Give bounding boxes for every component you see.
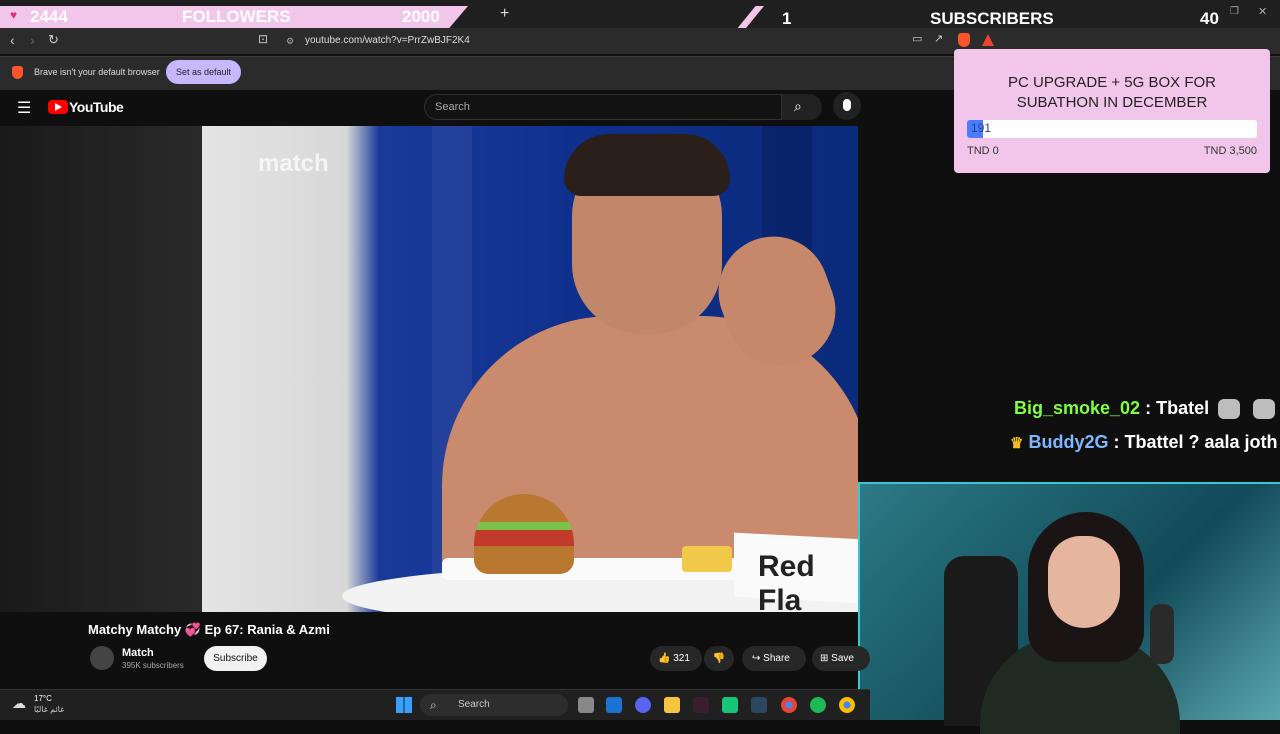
- chat-message: ♛ Buddy2G : Tbattel ? aala joth: [1010, 432, 1278, 453]
- windows-taskbar: ☁ 17°C غائم غالبًا ⌕ Search: [0, 689, 870, 720]
- goal-title-line2: SUBATHON IN DECEMBER: [1016, 94, 1208, 111]
- cast-icon[interactable]: ▭: [912, 32, 922, 45]
- outlook-icon[interactable]: [606, 697, 622, 713]
- steam-icon[interactable]: [751, 697, 767, 713]
- share-page-icon[interactable]: ↗: [934, 32, 943, 45]
- video-watermark: match: [258, 150, 329, 177]
- discord-icon[interactable]: [635, 697, 651, 713]
- obs-icon[interactable]: [693, 697, 709, 713]
- share-label: Share: [763, 653, 790, 664]
- subscribers-label: SUBSCRIBERS: [930, 9, 1054, 28]
- file-explorer-icon[interactable]: [664, 697, 680, 713]
- subscribers-bar-accent: [736, 6, 764, 30]
- forward-icon[interactable]: ›: [30, 32, 35, 48]
- followers-label: FOLLOWERS: [182, 7, 291, 26]
- windows-start-icon[interactable]: [396, 697, 412, 713]
- cat-emote-icon: [1253, 399, 1276, 420]
- channel-subscriber-count: 395K subscribers: [122, 661, 184, 670]
- taskbar-search-icon: ⌕: [430, 698, 437, 712]
- subscribe-button[interactable]: Subscribe: [204, 646, 267, 671]
- channel-name[interactable]: Match: [122, 647, 154, 659]
- brave-rewards-icon[interactable]: [982, 34, 994, 46]
- chat-text: : Tbattel ? aala joth: [1108, 432, 1278, 452]
- site-info-icon[interactable]: ⚙: [286, 30, 294, 52]
- crown-badge-icon: ♛: [1010, 435, 1024, 452]
- thumbs-up-icon: 👍: [658, 653, 671, 664]
- donation-goal-card: PC UPGRADE + 5G BOX FOR SUBATHON IN DECE…: [954, 49, 1270, 173]
- save-button[interactable]: ⊞ Save: [812, 646, 870, 671]
- weather-icon[interactable]: ☁: [12, 695, 26, 712]
- like-button[interactable]: 👍 321: [650, 646, 702, 671]
- microphone-icon: [843, 99, 851, 111]
- task-view-icon[interactable]: [578, 697, 594, 713]
- dislike-button[interactable]: 👎: [704, 646, 734, 671]
- cat-emote-icon: [1218, 399, 1241, 420]
- chat-username: Buddy2G: [1028, 432, 1109, 452]
- app-icon[interactable]: [722, 697, 738, 713]
- channel-avatar[interactable]: [90, 646, 114, 670]
- brave-shields-icon[interactable]: [958, 33, 970, 47]
- video-letterbox: [0, 126, 202, 612]
- thumbs-down-icon: 👎: [712, 653, 726, 664]
- goal-title-line1: PC UPGRADE + 5G BOX FOR: [1008, 74, 1216, 91]
- chat-username: Big_smoke_02: [1014, 398, 1141, 418]
- weather-temp[interactable]: 17°C: [34, 694, 52, 703]
- voice-search-button[interactable]: [833, 92, 861, 120]
- heart-icon: ♥: [10, 8, 18, 22]
- chat-message: Big_smoke_02 : Tbatel: [1014, 398, 1276, 420]
- name-card-text: Red Fla: [758, 550, 815, 612]
- share-arrow-icon: ↪: [752, 653, 761, 664]
- url-text: youtube.com/watch?v=PrrZwBJF2K4: [305, 35, 470, 46]
- youtube-header: ☰ YouTube Search ⌕: [0, 90, 870, 126]
- spotify-icon[interactable]: [810, 697, 826, 713]
- microphone: [1150, 604, 1174, 664]
- like-count: 321: [673, 653, 690, 664]
- goal-max-label: TND 3,500: [1203, 145, 1257, 157]
- subscribers-count: 1: [782, 9, 792, 28]
- youtube-logo-text[interactable]: YouTube: [69, 99, 124, 115]
- goal-min-label: TND 0: [967, 145, 999, 157]
- webcam-feed: [858, 482, 1280, 734]
- streamer-face: [1048, 536, 1120, 628]
- search-icon: ⌕: [794, 98, 802, 114]
- new-tab-button[interactable]: +: [500, 5, 509, 23]
- goal-current-value: 191: [971, 121, 992, 135]
- infobar-message: Brave isn't your default browser: [34, 67, 160, 77]
- weather-text[interactable]: غائم غالبًا: [34, 705, 64, 714]
- reload-icon[interactable]: ↻: [48, 32, 59, 48]
- search-input[interactable]: Search: [424, 94, 782, 120]
- fries: [682, 546, 732, 572]
- save-bookmark-icon: ⊞: [820, 653, 829, 664]
- back-icon[interactable]: ‹: [10, 32, 15, 48]
- chrome-icon[interactable]: [781, 697, 797, 713]
- goal-title: PC UPGRADE + 5G BOX FOR SUBATHON IN DECE…: [954, 73, 1270, 113]
- youtube-play-glyph-icon: [55, 103, 62, 111]
- address-bar[interactable]: ⚙ youtube.com/watch?v=PrrZwBJF2K4: [280, 30, 920, 52]
- followers-count: 2444: [30, 7, 68, 26]
- menu-icon[interactable]: ☰: [17, 98, 31, 118]
- subscribers-goal: 40: [1200, 9, 1219, 28]
- video-frame[interactable]: match Red Fla: [202, 126, 858, 612]
- goal-progress-track: [967, 120, 1257, 138]
- save-label: Save: [831, 653, 854, 664]
- chrome-icon[interactable]: [839, 697, 855, 713]
- video-title: Matchy Matchy 💞 Ep 67: Rania & Azmi: [88, 622, 330, 637]
- video-player[interactable]: match Red Fla: [0, 126, 858, 612]
- set-default-button[interactable]: Set as default: [166, 60, 241, 84]
- search-button[interactable]: ⌕: [782, 94, 822, 120]
- followers-goal-bar: ♥ 2444 FOLLOWERS 2000: [0, 6, 468, 28]
- chat-text: : Tbatel: [1140, 398, 1210, 418]
- followers-goal: 2000: [402, 7, 440, 26]
- taskbar-search-label: Search: [458, 699, 490, 710]
- bookmark-icon[interactable]: ⊡: [258, 32, 268, 46]
- taskbar-search[interactable]: ⌕ Search: [420, 694, 568, 716]
- brave-lion-icon: [12, 66, 23, 79]
- share-button[interactable]: ↪ Share: [742, 646, 806, 671]
- person-hair: [564, 134, 730, 196]
